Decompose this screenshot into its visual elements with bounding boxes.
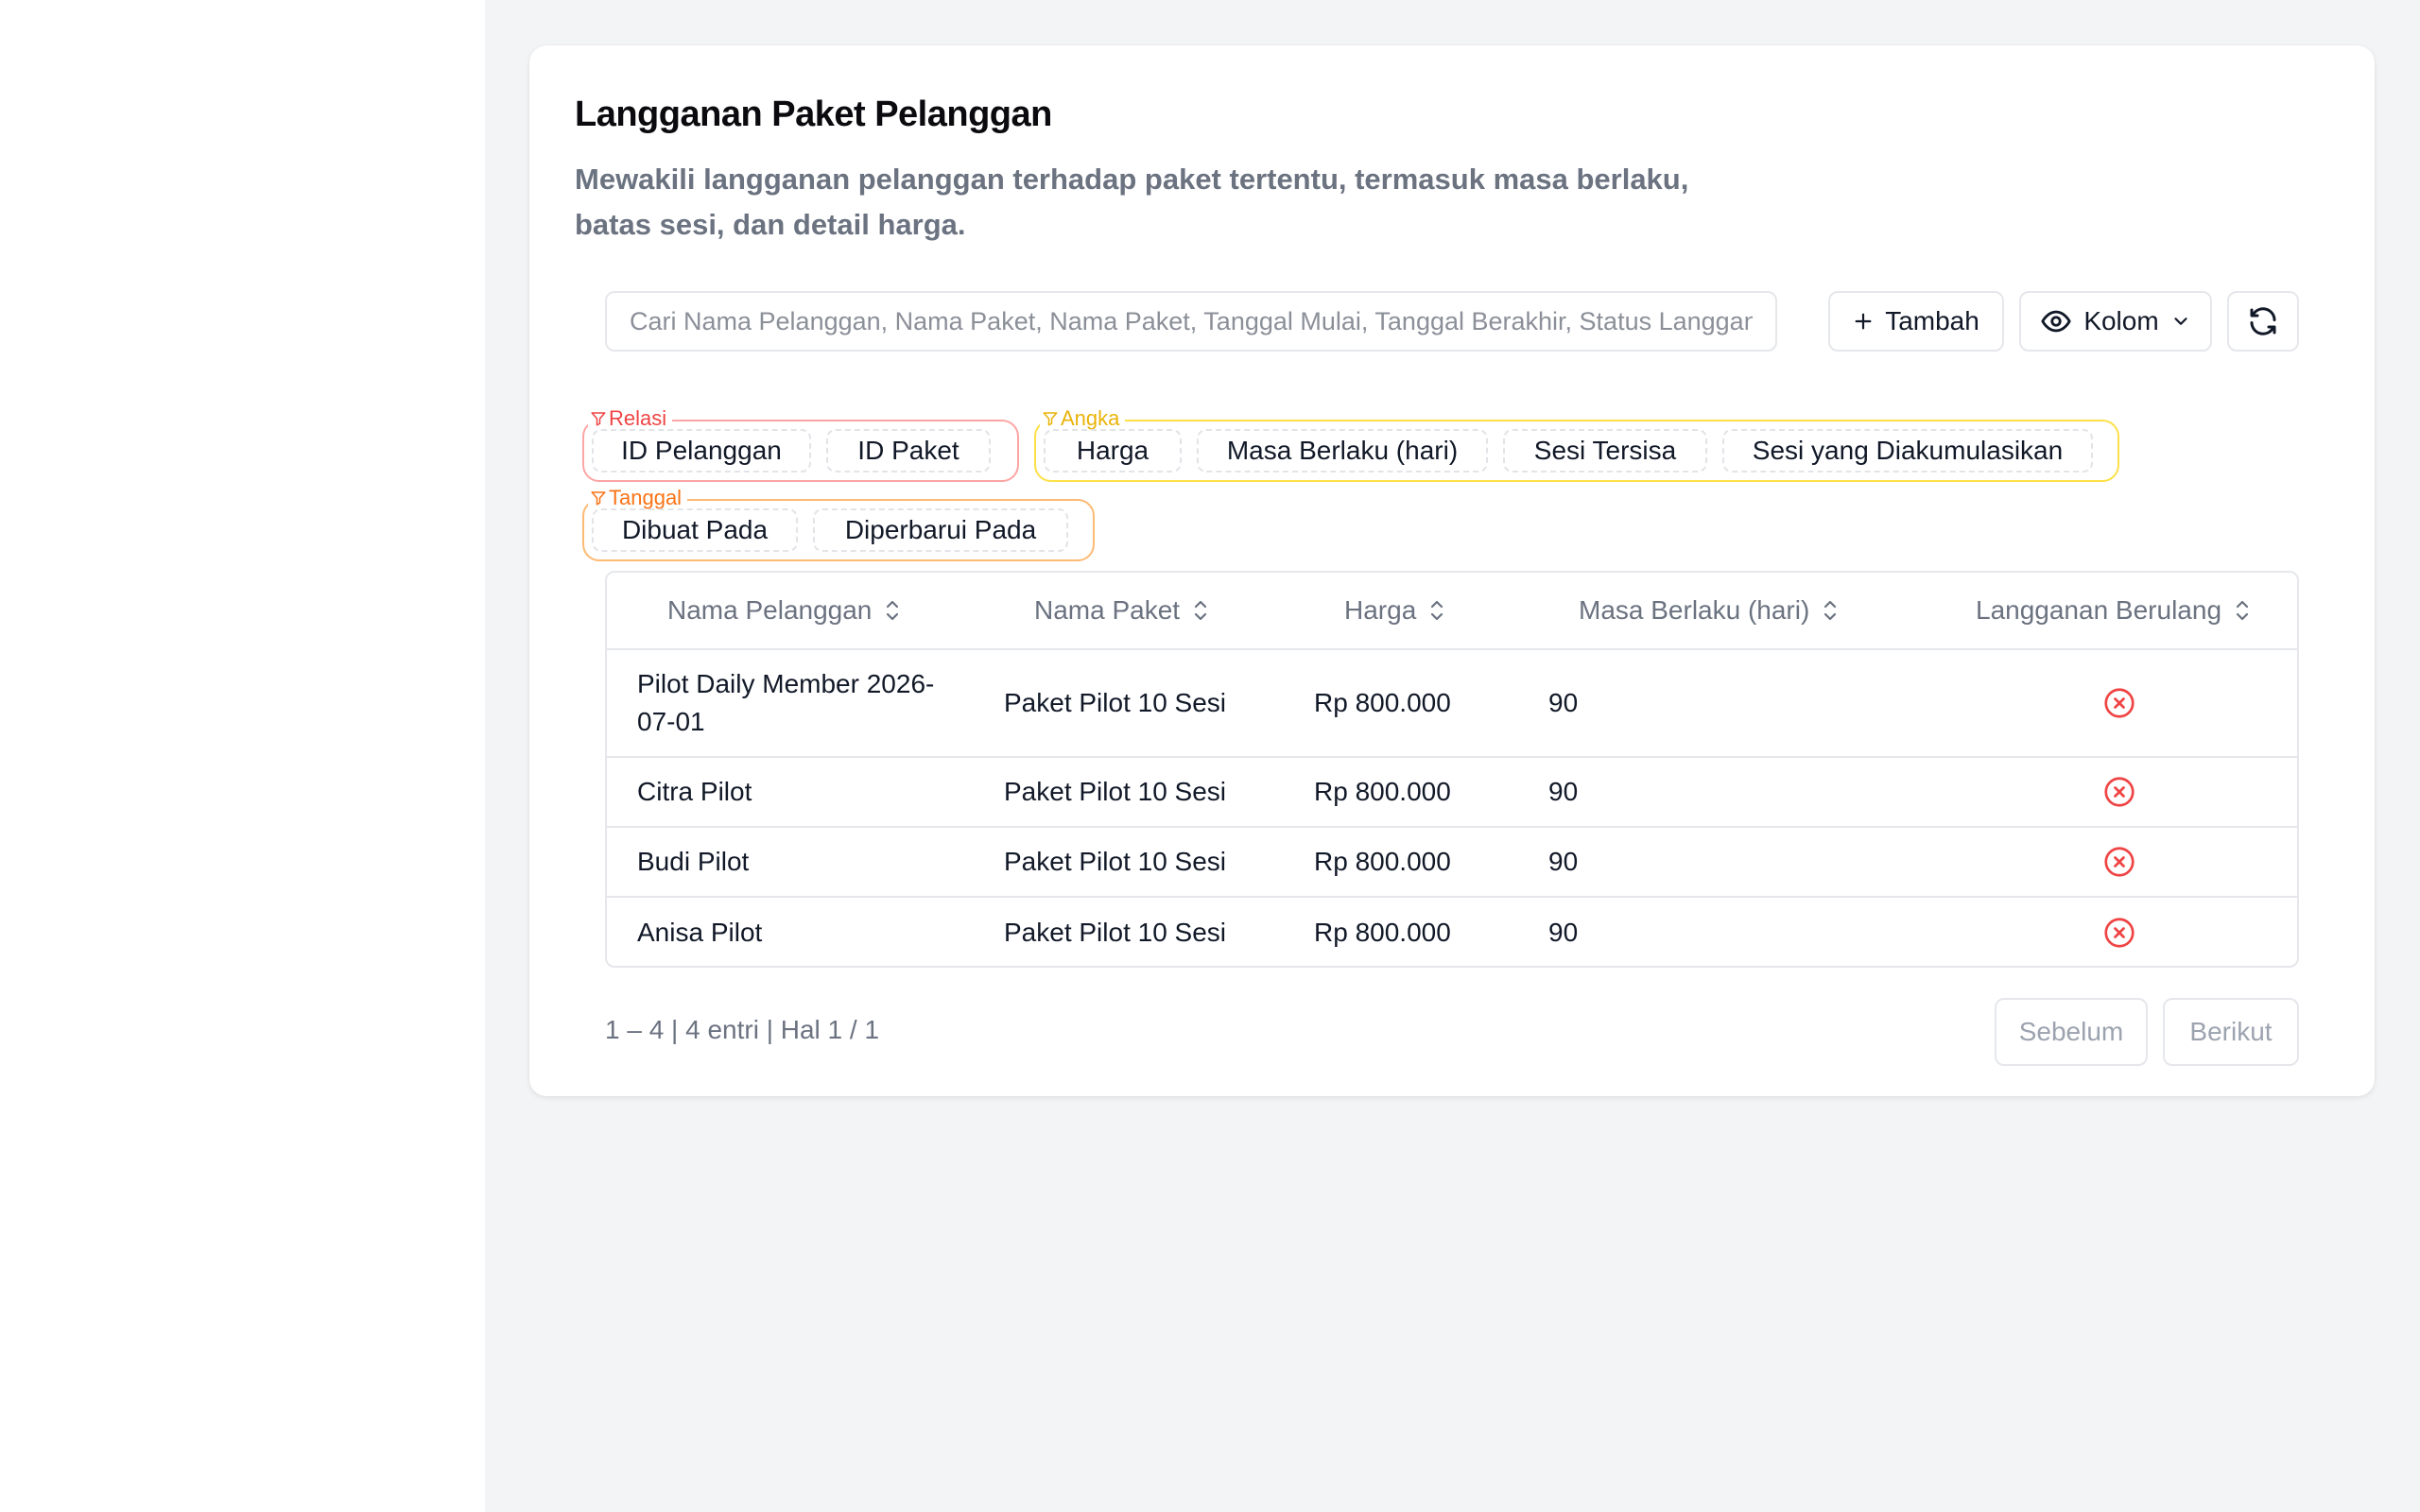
x-circle-icon <box>2104 688 2135 718</box>
cell-harga: Rp 800.000 <box>1314 918 1451 947</box>
refresh-button[interactable] <box>2227 291 2299 352</box>
cell-nama-paket: Paket Pilot 10 Sesi <box>1004 688 1227 717</box>
filter-chip-id-pelanggan[interactable]: ID Pelanggan <box>592 429 811 472</box>
refresh-icon <box>2250 307 2276 335</box>
plus-icon <box>1855 313 1872 330</box>
columns-button-label: Kolom <box>2083 306 2159 335</box>
add-button-label: Tambah <box>1885 306 1979 335</box>
cell-nama-pelanggan: Pilot Daily Member 2026-07-01 <box>637 669 935 736</box>
column-header-label: Langganan Berulang <box>1976 595 2222 625</box>
page-subtitle-line: Mewakili langganan pelanggan terhadap pa… <box>575 163 1689 196</box>
eye-icon <box>2041 310 2072 333</box>
x-circle-icon <box>2104 777 2135 807</box>
sort-icon <box>1431 600 1443 621</box>
cell-masa-berlaku: 90 <box>1548 688 1579 717</box>
data-table: Nama Pelanggan Nama Paket Harga Masa Ber… <box>605 571 2299 968</box>
cell-langganan-berulang <box>2102 828 2136 896</box>
sort-icon <box>1194 600 1207 621</box>
search-input[interactable] <box>605 291 1777 352</box>
column-header-nama-paket[interactable]: Nama Paket <box>1034 573 1210 648</box>
filter-icon <box>591 412 606 426</box>
column-header-harga[interactable]: Harga <box>1344 573 1446 648</box>
content-card: Langganan Paket Pelanggan Mewakili langg… <box>529 45 2375 1096</box>
columns-button[interactable]: Kolom <box>2019 291 2212 352</box>
x-circle-icon <box>2104 847 2135 877</box>
filter-chip-id-paket[interactable]: ID Paket <box>826 429 991 472</box>
cell-langganan-berulang <box>2102 898 2136 966</box>
filter-group-label: Angka <box>1040 406 1126 431</box>
column-header-label: Harga <box>1344 595 1417 625</box>
table-row[interactable]: Pilot Daily Member 2026-07-01 Paket Pilo… <box>607 650 2297 758</box>
filter-group-label-text: Tanggal <box>609 486 683 509</box>
column-header-label: Nama Pelanggan <box>667 595 873 625</box>
filter-chip-sesi-diakumulasikan[interactable]: Sesi yang Diakumulasikan <box>1722 429 2093 472</box>
table-row[interactable]: Citra Pilot Paket Pilot 10 Sesi Rp 800.0… <box>607 758 2297 828</box>
cell-nama-pelanggan: Citra Pilot <box>637 777 752 806</box>
filter-icon <box>1043 412 1058 426</box>
x-circle-icon <box>2104 918 2135 948</box>
filter-chip-dibuat-pada[interactable]: Dibuat Pada <box>592 508 798 552</box>
filter-group-label-text: Angka <box>1061 406 1120 430</box>
cell-nama-paket: Paket Pilot 10 Sesi <box>1004 777 1227 806</box>
cell-nama-paket: Paket Pilot 10 Sesi <box>1004 918 1227 947</box>
cell-langganan-berulang <box>2102 758 2136 826</box>
sort-icon <box>887 600 899 621</box>
filter-chip-sesi-tersisa[interactable]: Sesi Tersisa <box>1503 429 1707 472</box>
table-row[interactable]: Anisa Pilot Paket Pilot 10 Sesi Rp 800.0… <box>607 898 2297 966</box>
sort-icon <box>1824 600 1837 621</box>
page-title: Langganan Paket Pelanggan <box>575 94 1052 134</box>
filter-chip-diperbarui-pada[interactable]: Diperbarui Pada <box>813 508 1068 552</box>
cell-harga: Rp 800.000 <box>1314 777 1451 806</box>
filter-chip-masa-berlaku[interactable]: Masa Berlaku (hari) <box>1197 429 1488 472</box>
filter-group-label: Tanggal <box>588 486 688 510</box>
cell-nama-pelanggan: Budi Pilot <box>637 847 750 876</box>
filter-group-label-text: Relasi <box>609 406 667 430</box>
cell-masa-berlaku: 90 <box>1548 777 1579 806</box>
filter-group-label: Relasi <box>588 406 673 431</box>
column-header-masa-berlaku[interactable]: Masa Berlaku (hari) <box>1579 573 1840 648</box>
add-button[interactable]: Tambah <box>1828 291 2004 352</box>
column-header-nama-pelanggan[interactable]: Nama Pelanggan <box>667 573 902 648</box>
column-header-langganan-berulang[interactable]: Langganan Berulang <box>1976 573 2252 648</box>
cell-harga: Rp 800.000 <box>1314 688 1451 717</box>
table-row[interactable]: Budi Pilot Paket Pilot 10 Sesi Rp 800.00… <box>607 828 2297 898</box>
chevron-down-icon <box>2174 318 2187 325</box>
cell-nama-pelanggan: Anisa Pilot <box>637 918 763 947</box>
sort-icon <box>2236 600 2249 621</box>
filter-group-relasi: Relasi ID Pelanggan ID Paket <box>582 406 1019 482</box>
cell-nama-paket: Paket Pilot 10 Sesi <box>1004 847 1227 876</box>
column-header-label: Masa Berlaku (hari) <box>1579 595 1810 625</box>
cell-masa-berlaku: 90 <box>1548 918 1579 947</box>
pagination-summary: 1 – 4 | 4 entri | Hal 1 / 1 <box>605 1015 880 1044</box>
cell-masa-berlaku: 90 <box>1548 847 1579 876</box>
cell-langganan-berulang <box>2102 650 2136 756</box>
next-page-button[interactable]: Berikut <box>2163 998 2299 1066</box>
filter-group-angka: Angka Harga Masa Berlaku (hari) Sesi Ter… <box>1034 406 2119 482</box>
column-header-label: Nama Paket <box>1034 595 1181 625</box>
previous-page-button[interactable]: Sebelum <box>1995 998 2148 1066</box>
page-subtitle-line: batas sesi, dan detail harga. <box>575 208 966 241</box>
filter-chip-harga[interactable]: Harga <box>1044 429 1182 472</box>
filter-group-tanggal: Tanggal Dibuat Pada Diperbarui Pada <box>582 486 1095 561</box>
sidebar <box>0 0 485 1512</box>
filter-icon <box>591 491 606 506</box>
cell-harga: Rp 800.000 <box>1314 847 1451 876</box>
table-header: Nama Pelanggan Nama Paket Harga Masa Ber… <box>607 573 2297 650</box>
page-subtitle: Mewakili langganan pelanggan terhadap pa… <box>575 157 1709 248</box>
